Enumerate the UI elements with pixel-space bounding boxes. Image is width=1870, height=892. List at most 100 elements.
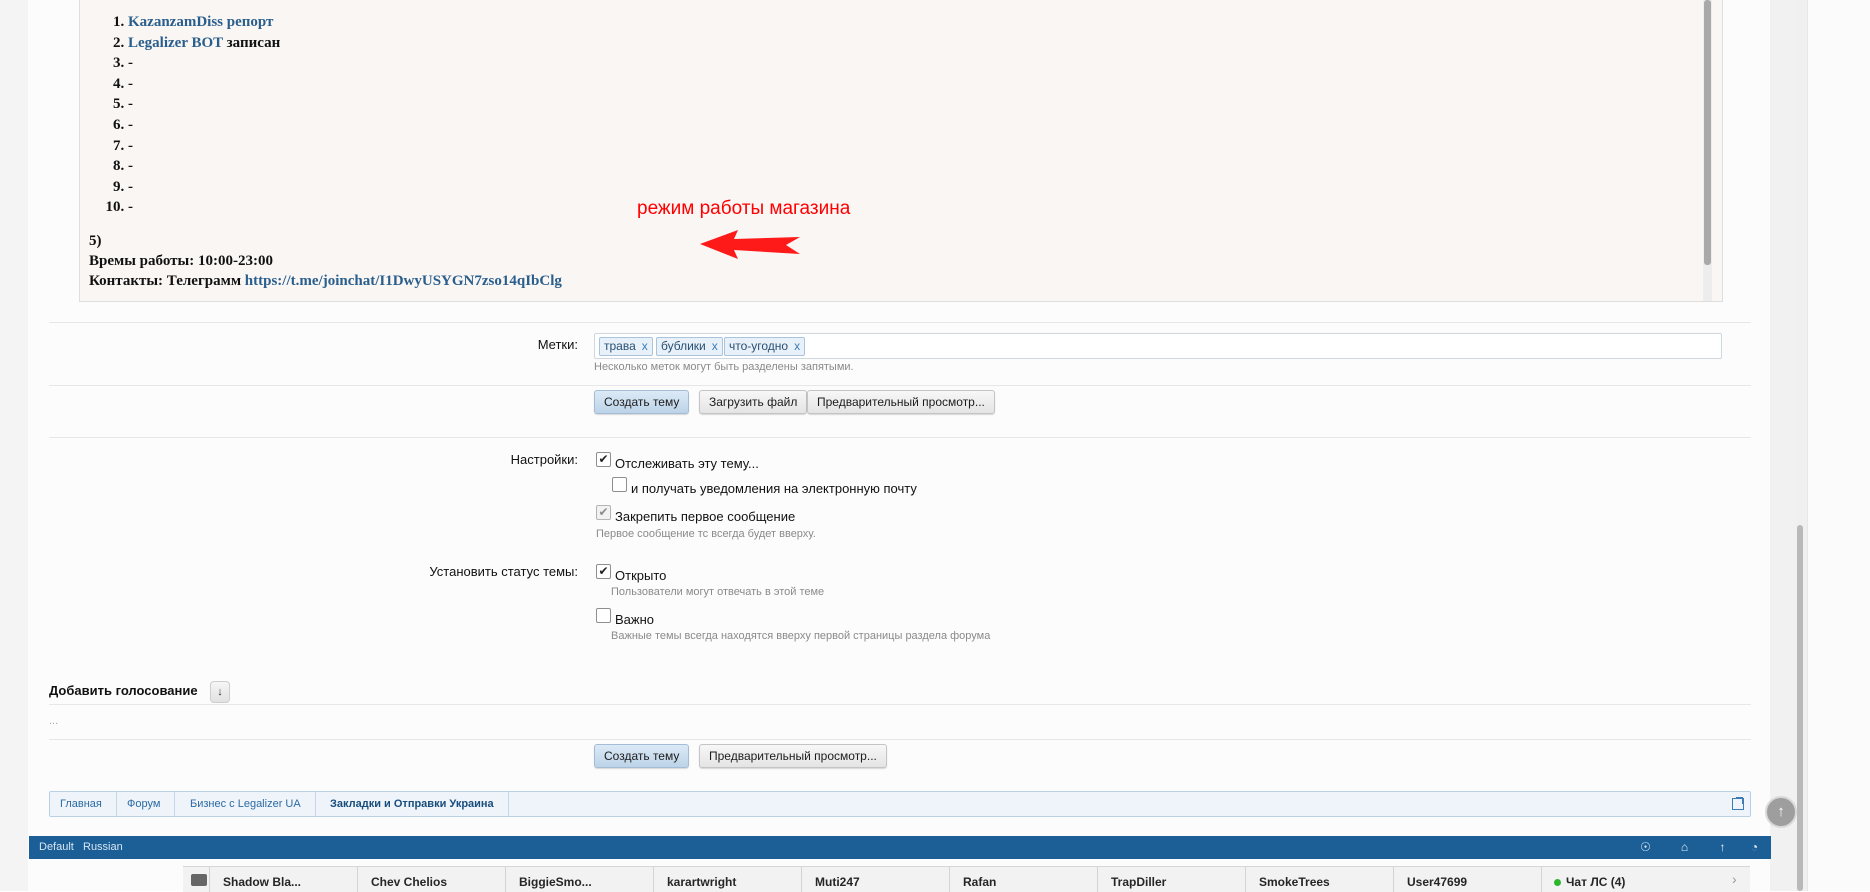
working-hours: Времы работы: 10:00-23:00 — [89, 253, 273, 269]
list-item: - — [128, 136, 280, 157]
tag-remove-icon[interactable]: x — [712, 339, 718, 353]
divider — [49, 739, 1751, 740]
preview-button[interactable]: Предварительный просмотр... — [807, 390, 995, 414]
editor-scrollbar[interactable] — [1703, 0, 1712, 301]
online-user[interactable]: Shadow Bla... — [209, 867, 357, 892]
status-important-hint: Важные темы всегда находятся вверху перв… — [611, 630, 991, 642]
preview-button-bottom[interactable]: Предварительный просмотр... — [699, 744, 887, 768]
contacts-line: Контакты: Телеграмм https://t.me/joincha… — [89, 271, 562, 291]
online-status-icon — [1554, 879, 1561, 887]
list-item: - — [128, 53, 280, 74]
settings-label: Настройки: — [510, 452, 578, 467]
pin-first-post-checkbox[interactable]: ✔ — [596, 505, 611, 520]
page-scrollbar-thumb[interactable] — [1797, 525, 1803, 891]
online-user[interactable]: SmokeTrees — [1245, 867, 1393, 892]
telegram-link[interactable]: https://t.me/joinchat/I1DwyUSYGN7zso14qI… — [245, 273, 562, 289]
status-open-hint: Пользователи могут отвечать в этой теме — [611, 586, 825, 598]
list-item: - — [128, 197, 280, 218]
tag-item: что-угодно x — [724, 337, 806, 356]
status-label: Установить статус темы: — [429, 564, 578, 579]
online-user[interactable]: TrapDiller — [1097, 867, 1245, 892]
list-item: - — [128, 115, 280, 136]
tags-label: Метки: — [537, 337, 578, 352]
message-editor[interactable]: KazanzamDiss репорт Legalizer BOT записа… — [79, 0, 1723, 302]
poll-toggle-button[interactable]: ↓ — [210, 681, 230, 703]
email-notify-checkbox[interactable] — [612, 477, 627, 492]
home-icon[interactable]: ⌂ — [1677, 840, 1692, 855]
status-open-label: Открыто — [615, 568, 667, 583]
online-user[interactable]: Rafan — [949, 867, 1097, 892]
scroll-to-top-icon[interactable]: ↑ — [1765, 796, 1797, 828]
online-user[interactable]: Muti247 — [801, 867, 949, 892]
create-thread-button[interactable]: Создать тему — [594, 390, 690, 414]
status-important-label: Важно — [615, 612, 655, 627]
chat-pm-button[interactable]: Чат ЛС (4) — [1541, 867, 1721, 892]
divider — [49, 322, 1751, 323]
list-item-link[interactable]: Legalizer BOT — [128, 35, 223, 51]
tag-remove-icon[interactable]: x — [642, 339, 648, 353]
list-item: - — [128, 177, 280, 198]
page-scrollbar[interactable] — [1795, 0, 1807, 891]
breadcrumb-current[interactable]: Закладки и Отправки Украина — [320, 792, 509, 816]
online-user[interactable]: karartwright — [653, 867, 801, 892]
style-chooser-link[interactable]: Default — [39, 836, 74, 859]
poll-placeholder: ... — [49, 715, 59, 727]
pin-first-post-hint: Первое сообщение тс всегда будет вверху. — [596, 528, 816, 540]
arrow-up-icon[interactable]: ↑ — [1715, 840, 1730, 855]
list-item: KazanzamDiss репорт — [128, 12, 280, 33]
list-item: - — [128, 156, 280, 177]
contacts-prefix: Контакты: Телеграмм — [89, 273, 245, 289]
list-item-text: - — [128, 158, 133, 175]
breadcrumb-home[interactable]: Главная — [50, 792, 117, 816]
section-number: 5) — [89, 233, 102, 249]
expand-arrow-icon[interactable]: › — [1732, 872, 1744, 886]
divider — [49, 437, 1751, 438]
status-open-checkbox[interactable]: ✔ — [596, 564, 611, 579]
watch-thread-checkbox[interactable]: ✔ — [596, 452, 611, 467]
online-users-bar: Shadow Bla... Chev Chelios BiggieSmo... … — [183, 866, 1750, 892]
breadcrumb: Главная Форум Бизнес с Legalizer UA Закл… — [49, 791, 1751, 817]
tag-item: трава x — [599, 337, 653, 356]
language-chooser-link[interactable]: Russian — [83, 836, 123, 859]
list-item-text: - — [128, 75, 133, 92]
tag-label: трава — [604, 339, 636, 353]
annotation-text: режим работы магазина — [637, 198, 851, 219]
tag-remove-icon[interactable]: x — [794, 339, 800, 353]
chat-icon[interactable] — [191, 874, 207, 886]
tags-input[interactable]: трава x бублики x что-угодно x — [594, 333, 1722, 359]
divider — [49, 385, 1751, 386]
email-notify-label: и получать уведомления на электронную по… — [631, 481, 917, 496]
list-item: - — [128, 94, 280, 115]
list-item-text: - — [128, 178, 133, 195]
status-important-checkbox[interactable] — [596, 608, 611, 623]
list-item-link[interactable]: KazanzamDiss репорт — [128, 14, 273, 30]
tag-label: бублики — [661, 339, 706, 353]
watch-thread-label: Отслеживать эту тему... — [615, 456, 759, 471]
tag-label: что-угодно — [729, 339, 789, 353]
footer: Default Russian ☉ ⌂ ↑ ◔ — [29, 836, 1771, 859]
breadcrumb-business[interactable]: Бизнес с Legalizer UA — [180, 792, 316, 816]
list-item-text: записан — [222, 34, 281, 51]
contact-icon[interactable]: ☉ — [1638, 840, 1653, 855]
online-user[interactable]: BiggieSmo... — [505, 867, 653, 892]
upload-file-button[interactable]: Загрузить файл — [699, 390, 808, 414]
tags-hint: Несколько меток могут быть разделены зап… — [594, 361, 854, 373]
list-item-text: - — [128, 116, 133, 133]
jump-to-icon[interactable] — [1732, 797, 1744, 810]
editor-scrollbar-thumb[interactable] — [1704, 0, 1711, 265]
red-arrow-icon — [700, 230, 800, 259]
list-item-text: - — [128, 199, 133, 216]
list-item: - — [128, 74, 280, 95]
list-item: Legalizer BOT записан — [128, 33, 280, 54]
create-thread-button-bottom[interactable]: Создать тему — [594, 744, 690, 768]
online-user[interactable]: User47699 — [1393, 867, 1541, 892]
chat-pm-label: Чат ЛС (4) — [1566, 875, 1626, 889]
list-item-text: - — [128, 55, 133, 72]
list-item-text: - — [128, 137, 133, 154]
breadcrumb-forum[interactable]: Форум — [117, 792, 176, 816]
pin-first-post-label: Закрепить первое сообщение — [615, 509, 796, 524]
right-panel — [1807, 0, 1870, 891]
rss-icon[interactable]: ◔ — [1747, 840, 1762, 855]
poll-title: Добавить голосование — [49, 683, 198, 698]
online-user[interactable]: Chev Chelios — [357, 867, 505, 892]
